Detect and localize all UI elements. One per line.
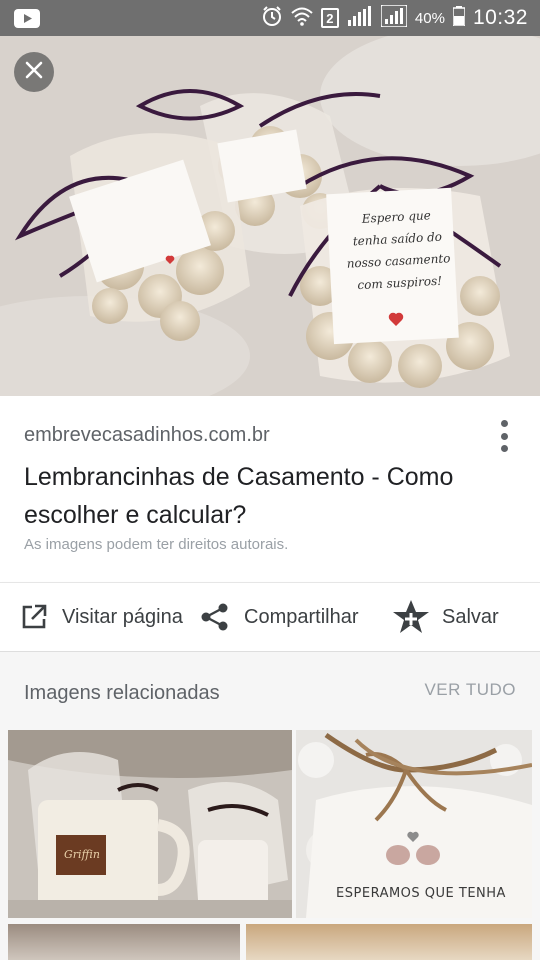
result-info: embrevecasadinhos.com.br Lembrancinhas d… bbox=[0, 396, 540, 582]
battery-percent: 40% bbox=[414, 9, 445, 27]
related-images-section: Imagens relacionadas VER TUDO Griffin ES… bbox=[0, 652, 540, 960]
related-image-thumbnail[interactable] bbox=[8, 924, 240, 960]
related-images-heading: Imagens relacionadas bbox=[24, 682, 220, 704]
more-dot bbox=[500, 432, 508, 440]
alarm-icon bbox=[261, 5, 283, 32]
share-label: Compartilhar bbox=[244, 605, 359, 628]
close-button[interactable] bbox=[14, 52, 54, 92]
more-options-button[interactable] bbox=[496, 418, 512, 454]
signal-icon-2 bbox=[380, 3, 408, 32]
mug-favor-photo bbox=[8, 730, 292, 918]
related-image-thumbnail[interactable]: Griffin bbox=[8, 730, 292, 918]
youtube-notification-icon bbox=[14, 9, 40, 33]
star-add-icon bbox=[392, 599, 430, 635]
save-label: Salvar bbox=[442, 605, 499, 628]
more-dot bbox=[500, 420, 508, 427]
share-icon bbox=[200, 602, 230, 632]
mug-brand-label: Griffin bbox=[64, 848, 100, 861]
action-bar: Visitar página Compartilhar Salvar bbox=[0, 582, 540, 652]
share-button[interactable]: Compartilhar bbox=[200, 583, 358, 651]
visit-page-button[interactable]: Visitar página bbox=[20, 583, 183, 651]
close-icon bbox=[25, 61, 43, 84]
hero-image[interactable]: Espero que tenha saído do nosso casament… bbox=[0, 36, 540, 396]
visit-page-label: Visitar página bbox=[62, 605, 183, 628]
sim-indicator: 2 bbox=[320, 8, 339, 28]
related-image-thumbnail[interactable] bbox=[246, 924, 532, 960]
favor-tag-text: Espero que tenha saído do nosso casament… bbox=[344, 203, 452, 296]
save-button[interactable]: Salvar bbox=[392, 583, 499, 651]
open-in-new-icon bbox=[20, 603, 48, 631]
see-all-button[interactable]: VER TUDO bbox=[424, 680, 516, 700]
wedding-favors-photo bbox=[0, 36, 540, 396]
signal-icon bbox=[347, 5, 373, 31]
more-dot bbox=[500, 445, 508, 452]
copyright-notice: As imagens podem ter direitos autorais. bbox=[24, 536, 289, 553]
result-title[interactable]: Lembrancinhas de Casamento - Como escolh… bbox=[24, 458, 514, 534]
source-domain[interactable]: embrevecasadinhos.com.br bbox=[24, 424, 270, 447]
status-bar: 2 40% 10:32 bbox=[0, 0, 540, 36]
clock: 10:32 bbox=[472, 6, 528, 29]
related-image-thumbnail[interactable]: ESPERAMOS QUE TENHA bbox=[296, 730, 532, 918]
battery-icon bbox=[452, 5, 466, 31]
tag-caption: ESPERAMOS QUE TENHA bbox=[336, 886, 506, 901]
wifi-icon bbox=[291, 6, 313, 31]
